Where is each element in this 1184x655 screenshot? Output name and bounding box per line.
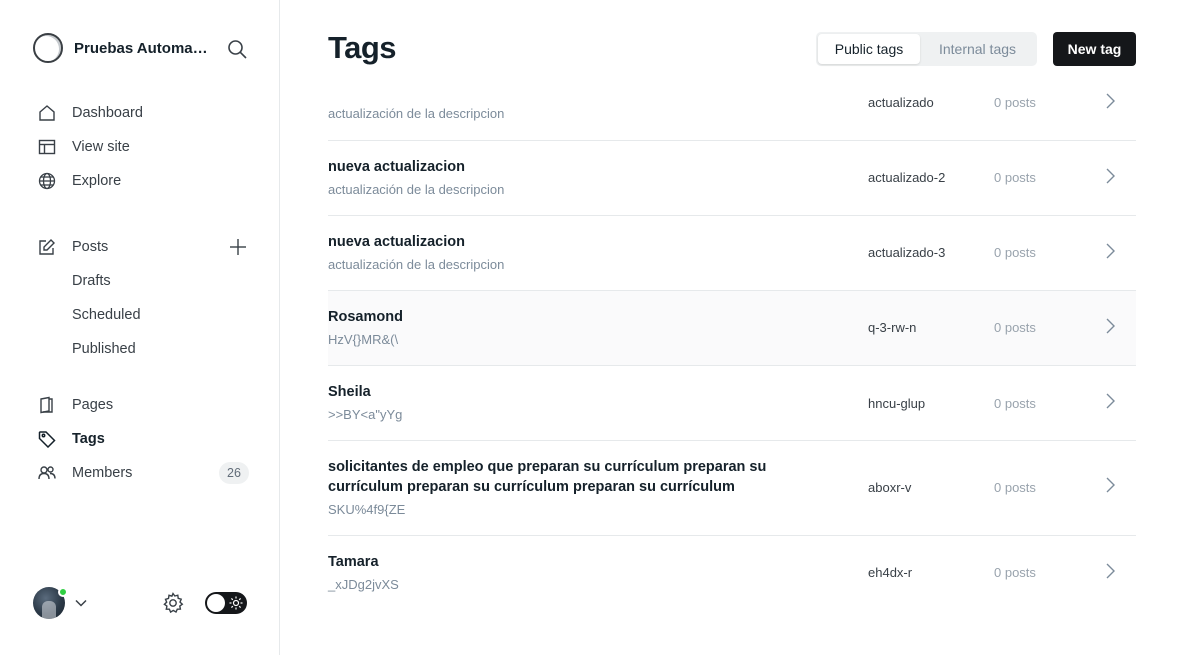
chevron-right-icon <box>1106 243 1115 259</box>
nav-explore[interactable]: Explore <box>0 164 280 198</box>
tag-description: _xJDg2jvXS <box>328 577 399 592</box>
nav-members-label: Members <box>72 465 133 481</box>
tab-internal-tags[interactable]: Internal tags <box>920 34 1035 64</box>
chevron-down-icon[interactable] <box>74 596 88 610</box>
tag-slug: actualizado <box>868 95 934 110</box>
sun-icon <box>229 596 243 610</box>
nav-posts-label: Posts <box>72 239 109 255</box>
tag-post-count: 0 posts <box>994 396 1036 411</box>
tag-row[interactable]: Sheila >>BY<a"yYg hncu-glup 0 posts <box>328 366 1136 441</box>
tag-description: SKU%4f9{ZE <box>328 502 406 517</box>
members-icon <box>38 464 56 482</box>
chevron-right-icon <box>1106 168 1115 184</box>
nav-scheduled[interactable]: Scheduled <box>0 298 280 332</box>
tag-post-count: 0 posts <box>994 245 1036 260</box>
members-count-badge: 26 <box>219 462 249 484</box>
nav-drafts[interactable]: Drafts <box>0 264 280 298</box>
page-title: Tags <box>328 30 397 65</box>
nav-view-site[interactable]: View site <box>0 130 280 164</box>
tag-name: nueva actualizacion <box>328 159 465 175</box>
nav-tags-label: Tags <box>72 431 105 447</box>
online-status-dot <box>58 587 68 597</box>
tag-type-tabs: Public tags Internal tags <box>816 32 1037 66</box>
tag-slug: actualizado-3 <box>868 245 946 260</box>
nav-scheduled-label: Scheduled <box>72 307 141 323</box>
nav-members[interactable]: Members 26 <box>0 456 280 490</box>
tag-slug: actualizado-2 <box>868 170 946 185</box>
tag-name: Tamara <box>328 554 379 570</box>
theme-toggle[interactable] <box>205 592 247 614</box>
nav-posts[interactable]: Posts <box>0 230 280 264</box>
tag-name: solicitantes de empleo que preparan su c… <box>328 459 767 495</box>
search-icon[interactable] <box>226 38 248 60</box>
tag-post-count: 0 posts <box>994 95 1036 110</box>
tag-post-count: 0 posts <box>994 480 1036 495</box>
nav-view-site-label: View site <box>72 139 130 155</box>
tag-slug: aboxr-v <box>868 480 912 495</box>
edit-icon <box>38 238 56 256</box>
brand[interactable]: Pruebas Automatizadas <box>33 33 212 63</box>
tag-row[interactable]: Tamara _xJDg2jvXS eh4dx-r 0 posts <box>328 536 1136 611</box>
sidebar: Pruebas Automatizadas Dashboard View sit… <box>0 0 280 655</box>
main-content: actualización de la descripcion actualiz… <box>280 0 1184 655</box>
nav-pages[interactable]: Pages <box>0 388 280 422</box>
globe-icon <box>38 172 56 190</box>
tag-description: actualización de la descripcion <box>328 106 505 121</box>
tab-public-tags[interactable]: Public tags <box>818 34 920 64</box>
secondary-nav: Pages Tags Members 26 <box>0 388 280 490</box>
tag-name: nueva actualizacion <box>328 234 465 250</box>
tag-post-count: 0 posts <box>994 170 1036 185</box>
tag-name: Sheila <box>328 384 371 400</box>
site-logo-icon <box>33 33 63 63</box>
nav-published[interactable]: Published <box>0 332 280 366</box>
new-tag-button[interactable]: New tag <box>1053 32 1136 66</box>
page-icon <box>38 396 56 414</box>
posts-nav: Posts Drafts Scheduled Published <box>0 230 280 366</box>
chevron-right-icon <box>1106 93 1115 109</box>
nav-explore-label: Explore <box>72 173 122 189</box>
nav-published-label: Published <box>72 341 136 357</box>
tag-row[interactable]: nueva actualizacion actualización de la … <box>328 141 1136 216</box>
tag-icon <box>38 430 56 448</box>
nav-tags[interactable]: Tags <box>0 422 280 456</box>
tag-row[interactable]: Rosamond HzV{}MR&(\ q-3-rw-n 0 posts <box>328 291 1136 366</box>
nav-pages-label: Pages <box>72 397 114 413</box>
toggle-knob <box>207 594 225 612</box>
tag-name: Rosamond <box>328 309 403 325</box>
tag-row[interactable]: solicitantes de empleo que preparan su c… <box>328 441 1136 536</box>
chevron-right-icon <box>1106 393 1115 409</box>
tag-description: actualización de la descripcion <box>328 182 505 197</box>
tag-slug: q-3-rw-n <box>868 320 917 335</box>
chevron-right-icon <box>1106 318 1115 334</box>
tag-post-count: 0 posts <box>994 565 1036 580</box>
tag-description: actualización de la descripcion <box>328 257 505 272</box>
gear-icon[interactable] <box>162 592 184 614</box>
nav-dashboard[interactable]: Dashboard <box>0 96 280 130</box>
sidebar-footer <box>33 587 253 619</box>
layout-icon <box>38 138 56 156</box>
tag-slug: eh4dx-r <box>868 565 913 580</box>
site-name: Pruebas Automatizadas <box>74 39 212 57</box>
tag-description: HzV{}MR&(\ <box>328 332 399 347</box>
chevron-right-icon <box>1106 477 1115 493</box>
page-header: Tags Public tags Internal tags New tag <box>280 0 1184 92</box>
chevron-right-icon <box>1106 563 1115 579</box>
tag-row[interactable]: nueva actualizacion actualización de la … <box>328 216 1136 291</box>
tag-post-count: 0 posts <box>994 320 1036 335</box>
tag-description: >>BY<a"yYg <box>328 407 403 422</box>
new-post-plus-icon[interactable] <box>229 238 247 256</box>
admin-app: Pruebas Automatizadas Dashboard View sit… <box>0 0 1184 655</box>
nav-drafts-label: Drafts <box>72 273 111 289</box>
nav-dashboard-label: Dashboard <box>72 105 143 121</box>
home-icon <box>38 104 56 122</box>
tag-slug: hncu-glup <box>868 396 926 411</box>
main-nav: Dashboard View site Explore <box>0 96 280 198</box>
